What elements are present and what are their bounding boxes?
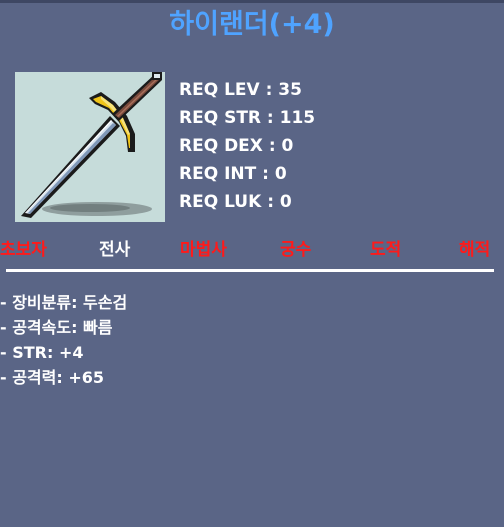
req-dex: REQ DEX : 0 bbox=[179, 136, 294, 156]
job-warrior: 전사 bbox=[99, 240, 131, 260]
item-stats-list: - 장비분류: 두손검 - 공격속도: 빠름 - STR: +4 - 공격력: … bbox=[0, 290, 127, 390]
job-pirate: 해적 bbox=[459, 240, 491, 260]
item-icon-frame bbox=[15, 72, 165, 222]
stat-equipment-category: - 장비분류: 두손검 bbox=[0, 293, 128, 312]
section-divider bbox=[6, 269, 494, 272]
req-int: REQ INT : 0 bbox=[179, 164, 287, 184]
req-level: REQ LEV : 35 bbox=[179, 80, 302, 100]
job-thief: 도적 bbox=[370, 240, 402, 260]
job-archer: 궁수 bbox=[280, 240, 312, 260]
stat-attack-power: - 공격력: +65 bbox=[0, 368, 105, 387]
stat-str-bonus: - STR: +4 bbox=[0, 343, 84, 362]
job-magician: 마법사 bbox=[180, 240, 227, 260]
req-str: REQ STR : 115 bbox=[179, 108, 316, 128]
job-availability-row: 초보자 전사 마법사 궁수 도적 해적 bbox=[0, 236, 504, 264]
two-handed-sword-icon bbox=[21, 72, 162, 218]
job-beginner: 초보자 bbox=[0, 240, 47, 260]
requirements-list: REQ LEV : 35 REQ STR : 115 REQ DEX : 0 R… bbox=[179, 76, 315, 216]
tooltip-top-border bbox=[0, 0, 504, 3]
item-tooltip: 하이랜더(+4) REQ LEV : 35 REQ STR: 115 REQ … bbox=[0, 0, 504, 527]
req-luk: REQ LUK : 0 bbox=[179, 192, 292, 212]
stat-attack-speed: - 공격속도: 빠름 bbox=[0, 318, 113, 337]
item-title: 하이랜더(+4) bbox=[169, 9, 335, 40]
